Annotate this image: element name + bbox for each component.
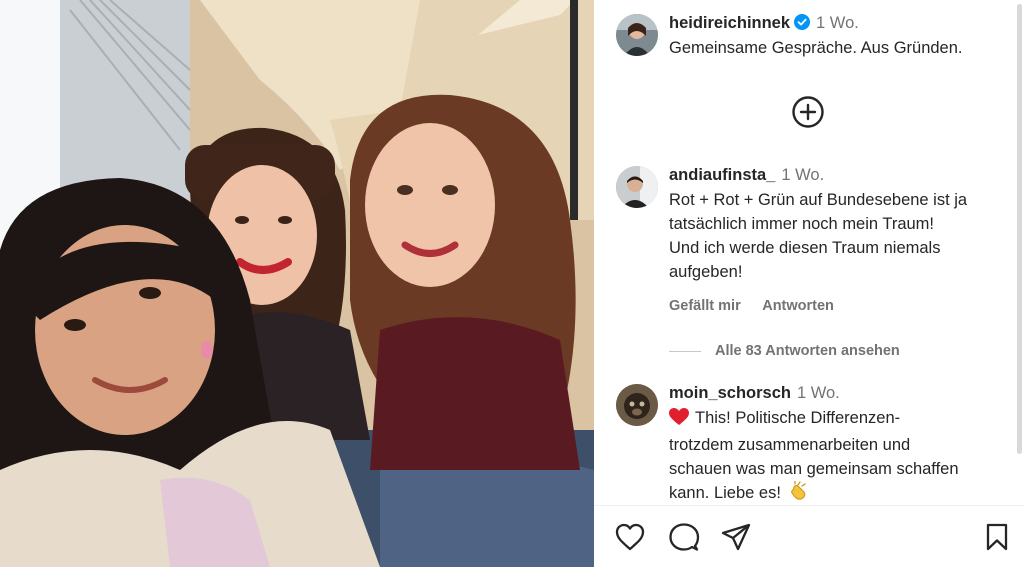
comment-text: Rot + Rot + Grün auf Bundesebene ist ja …: [669, 188, 1008, 284]
comment-time: 1 Wo.: [781, 166, 825, 184]
divider: [669, 350, 701, 352]
post-actions-bar: [594, 505, 1024, 567]
reply-button[interactable]: Antworten: [762, 298, 834, 314]
post-photo: [0, 0, 594, 567]
comment-text: This! Politische Differenzen- trotzdem z…: [669, 406, 1008, 508]
comment-icon[interactable]: [668, 522, 700, 557]
comment-line: kann. Liebe es!: [669, 484, 781, 502]
comment-line: Rot + Rot + Grün auf Bundesebene ist ja: [669, 191, 968, 209]
like-comment-button[interactable]: Gefällt mir: [669, 298, 741, 314]
author-avatar[interactable]: [616, 14, 658, 56]
commenter-username[interactable]: andiaufinsta_: [669, 166, 775, 184]
comment-time: 1 Wo.: [796, 384, 840, 402]
post-time: 1 Wo.: [816, 14, 859, 32]
post-image: [0, 0, 594, 567]
commenter-avatar[interactable]: [616, 384, 658, 426]
author-username[interactable]: heidireichinnek: [669, 14, 790, 32]
paper-plane-icon[interactable]: [720, 522, 752, 557]
comment-line: schauen was man gemeinsam schaffen: [669, 460, 959, 478]
commenter-avatar[interactable]: [616, 166, 658, 208]
comment-line: trotzdem zusammenarbeiten und: [669, 436, 911, 454]
comment-line: This! Politische Differenzen-: [695, 409, 901, 427]
comments-panel: heidireichinnek 1 Wo. Gemeinsame Gespräch…: [594, 0, 1024, 567]
comment-item: moin_schorsch 1 Wo. This! Politische Diff…: [616, 384, 1008, 514]
verified-badge-icon: [794, 14, 811, 35]
bookmark-icon[interactable]: [984, 522, 1010, 557]
comment-line: aufgeben!: [669, 263, 743, 281]
heart-icon[interactable]: [614, 522, 646, 557]
scrollbar[interactable]: [1017, 4, 1022, 454]
clapping-hands-icon: [789, 480, 809, 508]
view-replies-label: Alle 83 Antworten ansehen: [715, 343, 900, 359]
caption-text: Gemeinsame Gespräche. Aus Gründen.: [669, 39, 963, 57]
plus-circle-icon[interactable]: [791, 95, 825, 129]
view-replies-button[interactable]: Alle 83 Antworten ansehen: [669, 343, 900, 359]
comment-actions: Gefällt mir Antworten: [669, 298, 852, 314]
post-caption: heidireichinnek 1 Wo. Gemeinsame Gespräch…: [616, 14, 1008, 74]
comment-line: tatsächlich immer noch mein Traum!: [669, 215, 935, 233]
comment-line: Und ich werde diesen Traum niemals: [669, 239, 941, 257]
red-heart-icon: [669, 408, 689, 433]
commenter-username[interactable]: moin_schorsch: [669, 384, 791, 402]
comment-item: andiaufinsta_ 1 Wo. Rot + Rot + Grün auf …: [616, 166, 1008, 346]
